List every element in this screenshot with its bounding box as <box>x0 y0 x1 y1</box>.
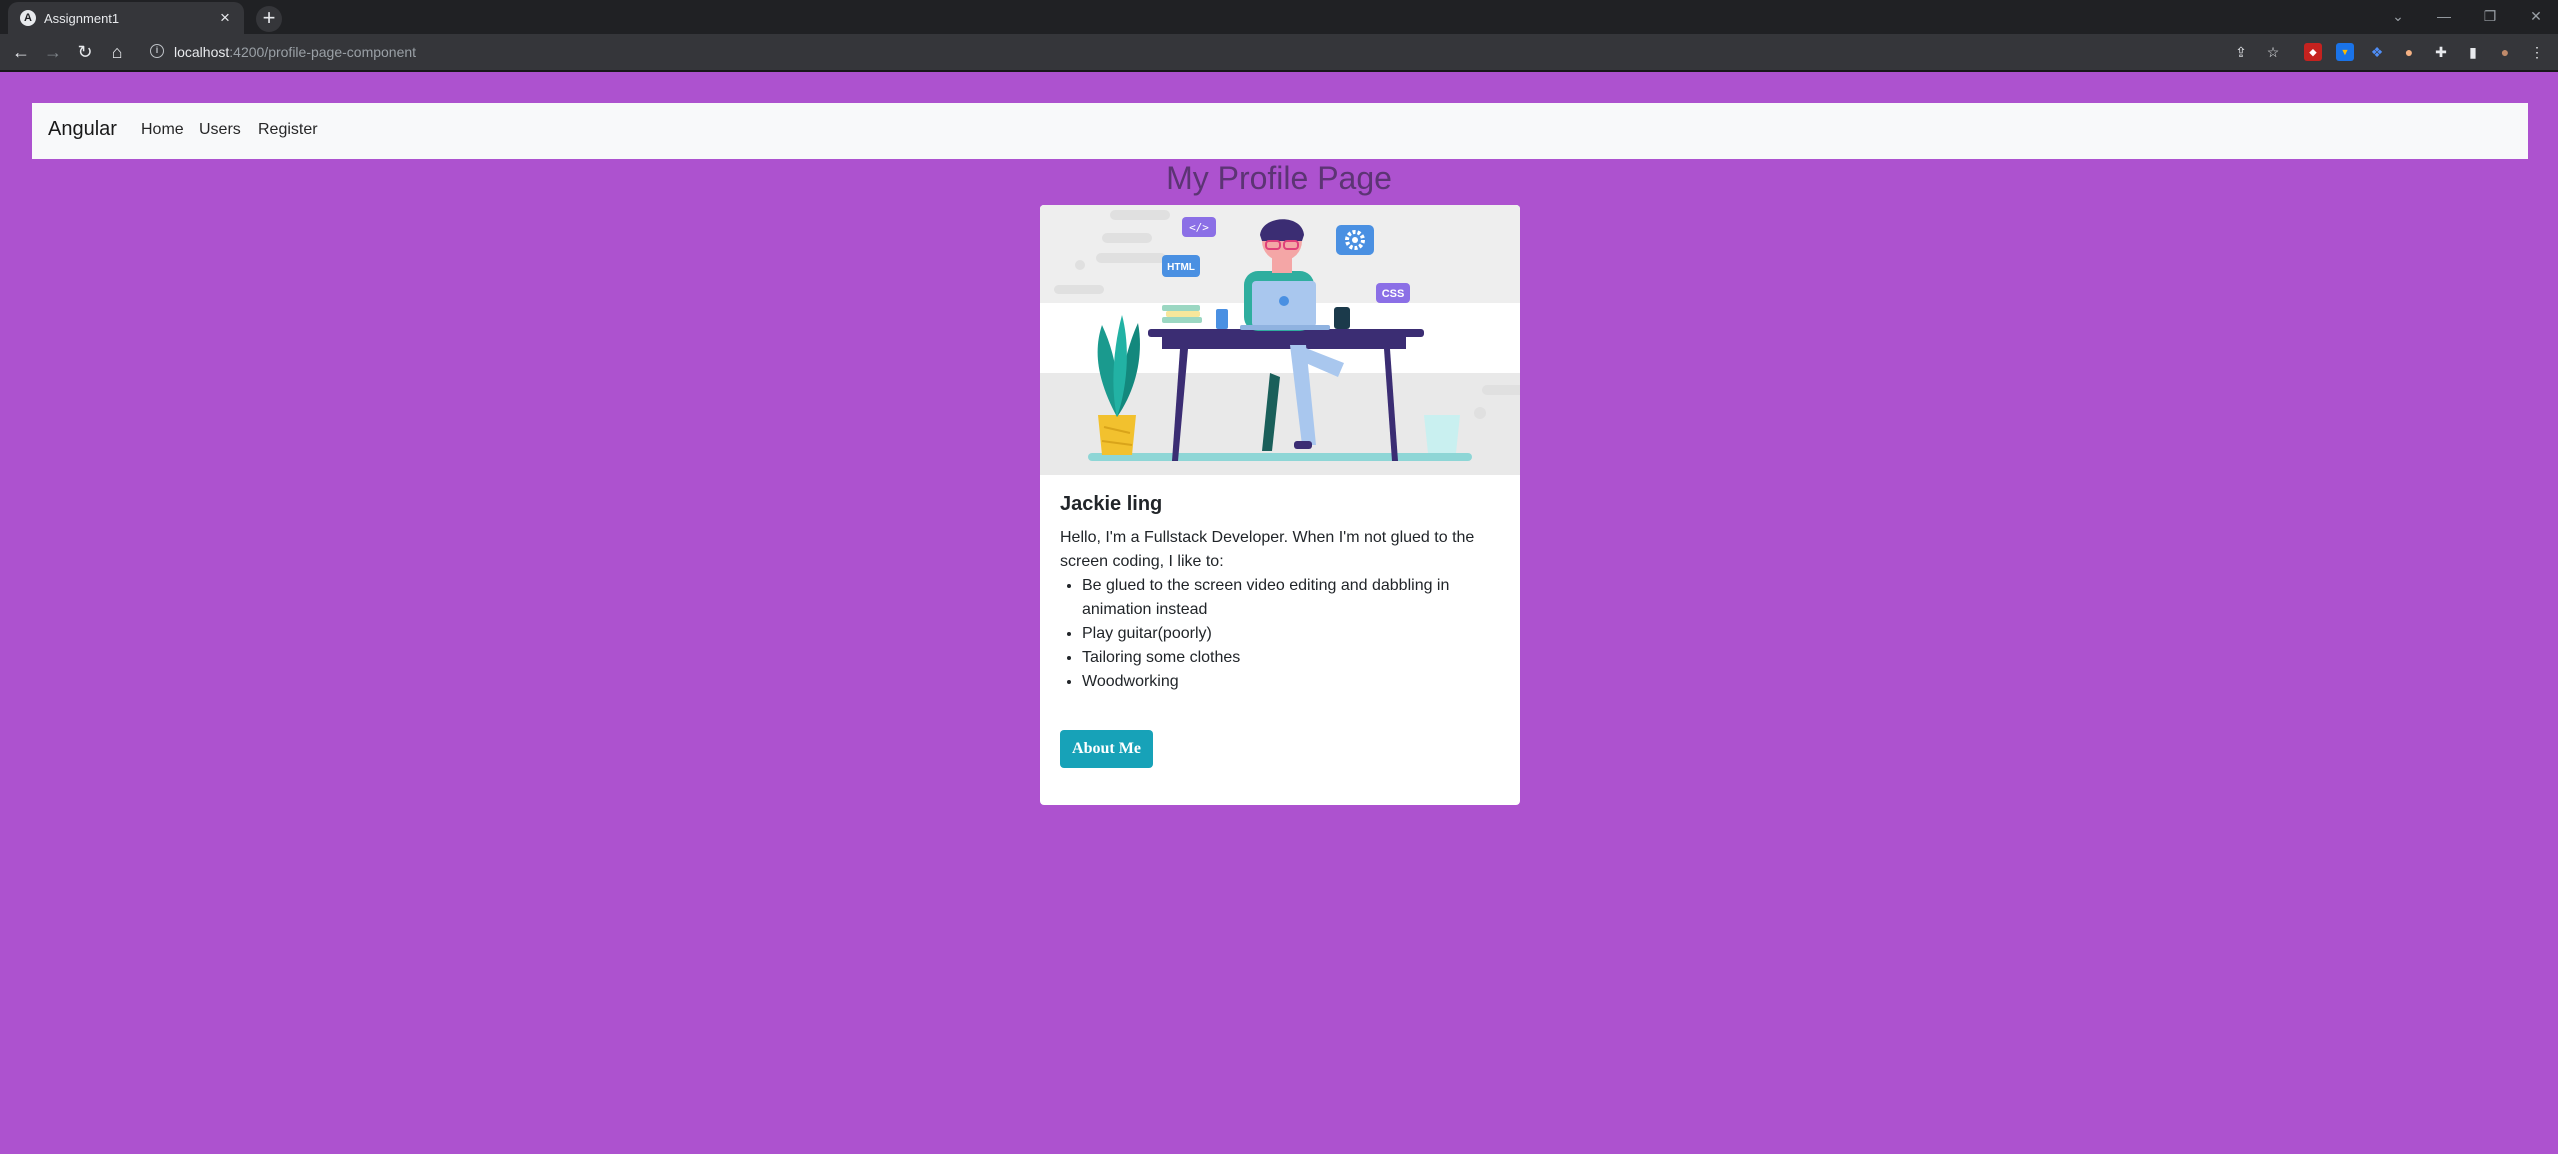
html-badge: HTML <box>1167 262 1195 273</box>
address-bar[interactable]: i localhost:4200/profile-page-component <box>142 38 2232 66</box>
code-badge: </> <box>1189 221 1209 234</box>
browser-tab[interactable]: A Assignment1 × <box>8 2 244 34</box>
bookmark-star-icon[interactable]: ☆ <box>2264 43 2282 61</box>
browser-menu-icon[interactable]: ⋮ <box>2528 43 2546 61</box>
restore-window-button[interactable]: ❐ <box>2468 4 2512 28</box>
reload-icon[interactable]: ↻ <box>73 40 97 64</box>
navbar-brand[interactable]: Angular <box>48 118 117 141</box>
nav-link-home[interactable]: Home <box>141 121 184 139</box>
dropbox-extension-icon[interactable]: ❖ <box>2368 43 2386 61</box>
interests-list: Be glued to the screen video editing and… <box>1060 574 1500 694</box>
ublock-extension-icon[interactable]: ◆ <box>2304 43 2322 61</box>
close-tab-icon[interactable]: × <box>216 9 234 27</box>
card-body: Jackie ling Hello, I'm a Fullstack Devel… <box>1060 493 1500 694</box>
card-intro-text: Hello, I'm a Fullstack Developer. When I… <box>1060 529 1475 570</box>
minimize-window-button[interactable]: — <box>2422 4 2466 28</box>
url-host: localhost <box>174 44 230 60</box>
card-title: Jackie ling <box>1060 493 1163 515</box>
angular-favicon-icon: A <box>20 10 36 26</box>
site-info-icon[interactable]: i <box>150 44 164 58</box>
bookmark-extension-icon[interactable]: ▼ <box>2336 43 2354 61</box>
close-window-button[interactable]: ✕ <box>2514 4 2558 28</box>
back-arrow-icon[interactable]: ← <box>9 40 33 64</box>
tab-title: Assignment1 <box>44 11 120 26</box>
extensions-puzzle-icon[interactable]: ✚ <box>2432 43 2450 61</box>
list-item: Be glued to the screen video editing and… <box>1082 574 1500 622</box>
forward-arrow-icon[interactable]: → <box>41 40 65 64</box>
tab-search-icon[interactable]: ⌄ <box>2376 4 2420 28</box>
browser-toolbar: ← → ↻ ⌂ i localhost:4200/profile-page-co… <box>0 34 2558 70</box>
list-item: Play guitar(poorly) <box>1082 622 1500 646</box>
new-tab-button[interactable]: + <box>256 6 282 32</box>
browser-tab-bar: A Assignment1 × + ⌄ — ❐ ✕ <box>0 0 2558 34</box>
home-icon[interactable]: ⌂ <box>105 40 129 64</box>
profile-avatar-icon[interactable]: ● <box>2496 43 2514 61</box>
about-me-button[interactable]: About Me <box>1060 730 1153 768</box>
list-item: Woodworking <box>1082 670 1500 694</box>
toolbar-divider <box>0 70 2558 72</box>
url-path: :4200/profile-page-component <box>229 44 417 60</box>
nav-link-users[interactable]: Users <box>199 121 241 139</box>
css-badge: CSS <box>1382 288 1405 300</box>
cookie-extension-icon[interactable]: ● <box>2400 43 2418 61</box>
list-item: Tailoring some clothes <box>1082 646 1500 670</box>
page-title: My Profile Page <box>1166 160 1392 196</box>
top-navbar: Angular Home Users Register <box>32 103 2528 159</box>
share-icon[interactable]: ⇪ <box>2232 43 2250 61</box>
url-text: localhost:4200/profile-page-component <box>174 44 416 60</box>
side-panel-icon[interactable]: ▮ <box>2464 43 2482 61</box>
nav-link-register[interactable]: Register <box>258 121 318 139</box>
profile-card: </> HTML CSS Jackie ling Hello, I'm a Fu… <box>1040 205 1520 805</box>
developer-desk-illustration: </> HTML CSS <box>1040 205 1520 475</box>
